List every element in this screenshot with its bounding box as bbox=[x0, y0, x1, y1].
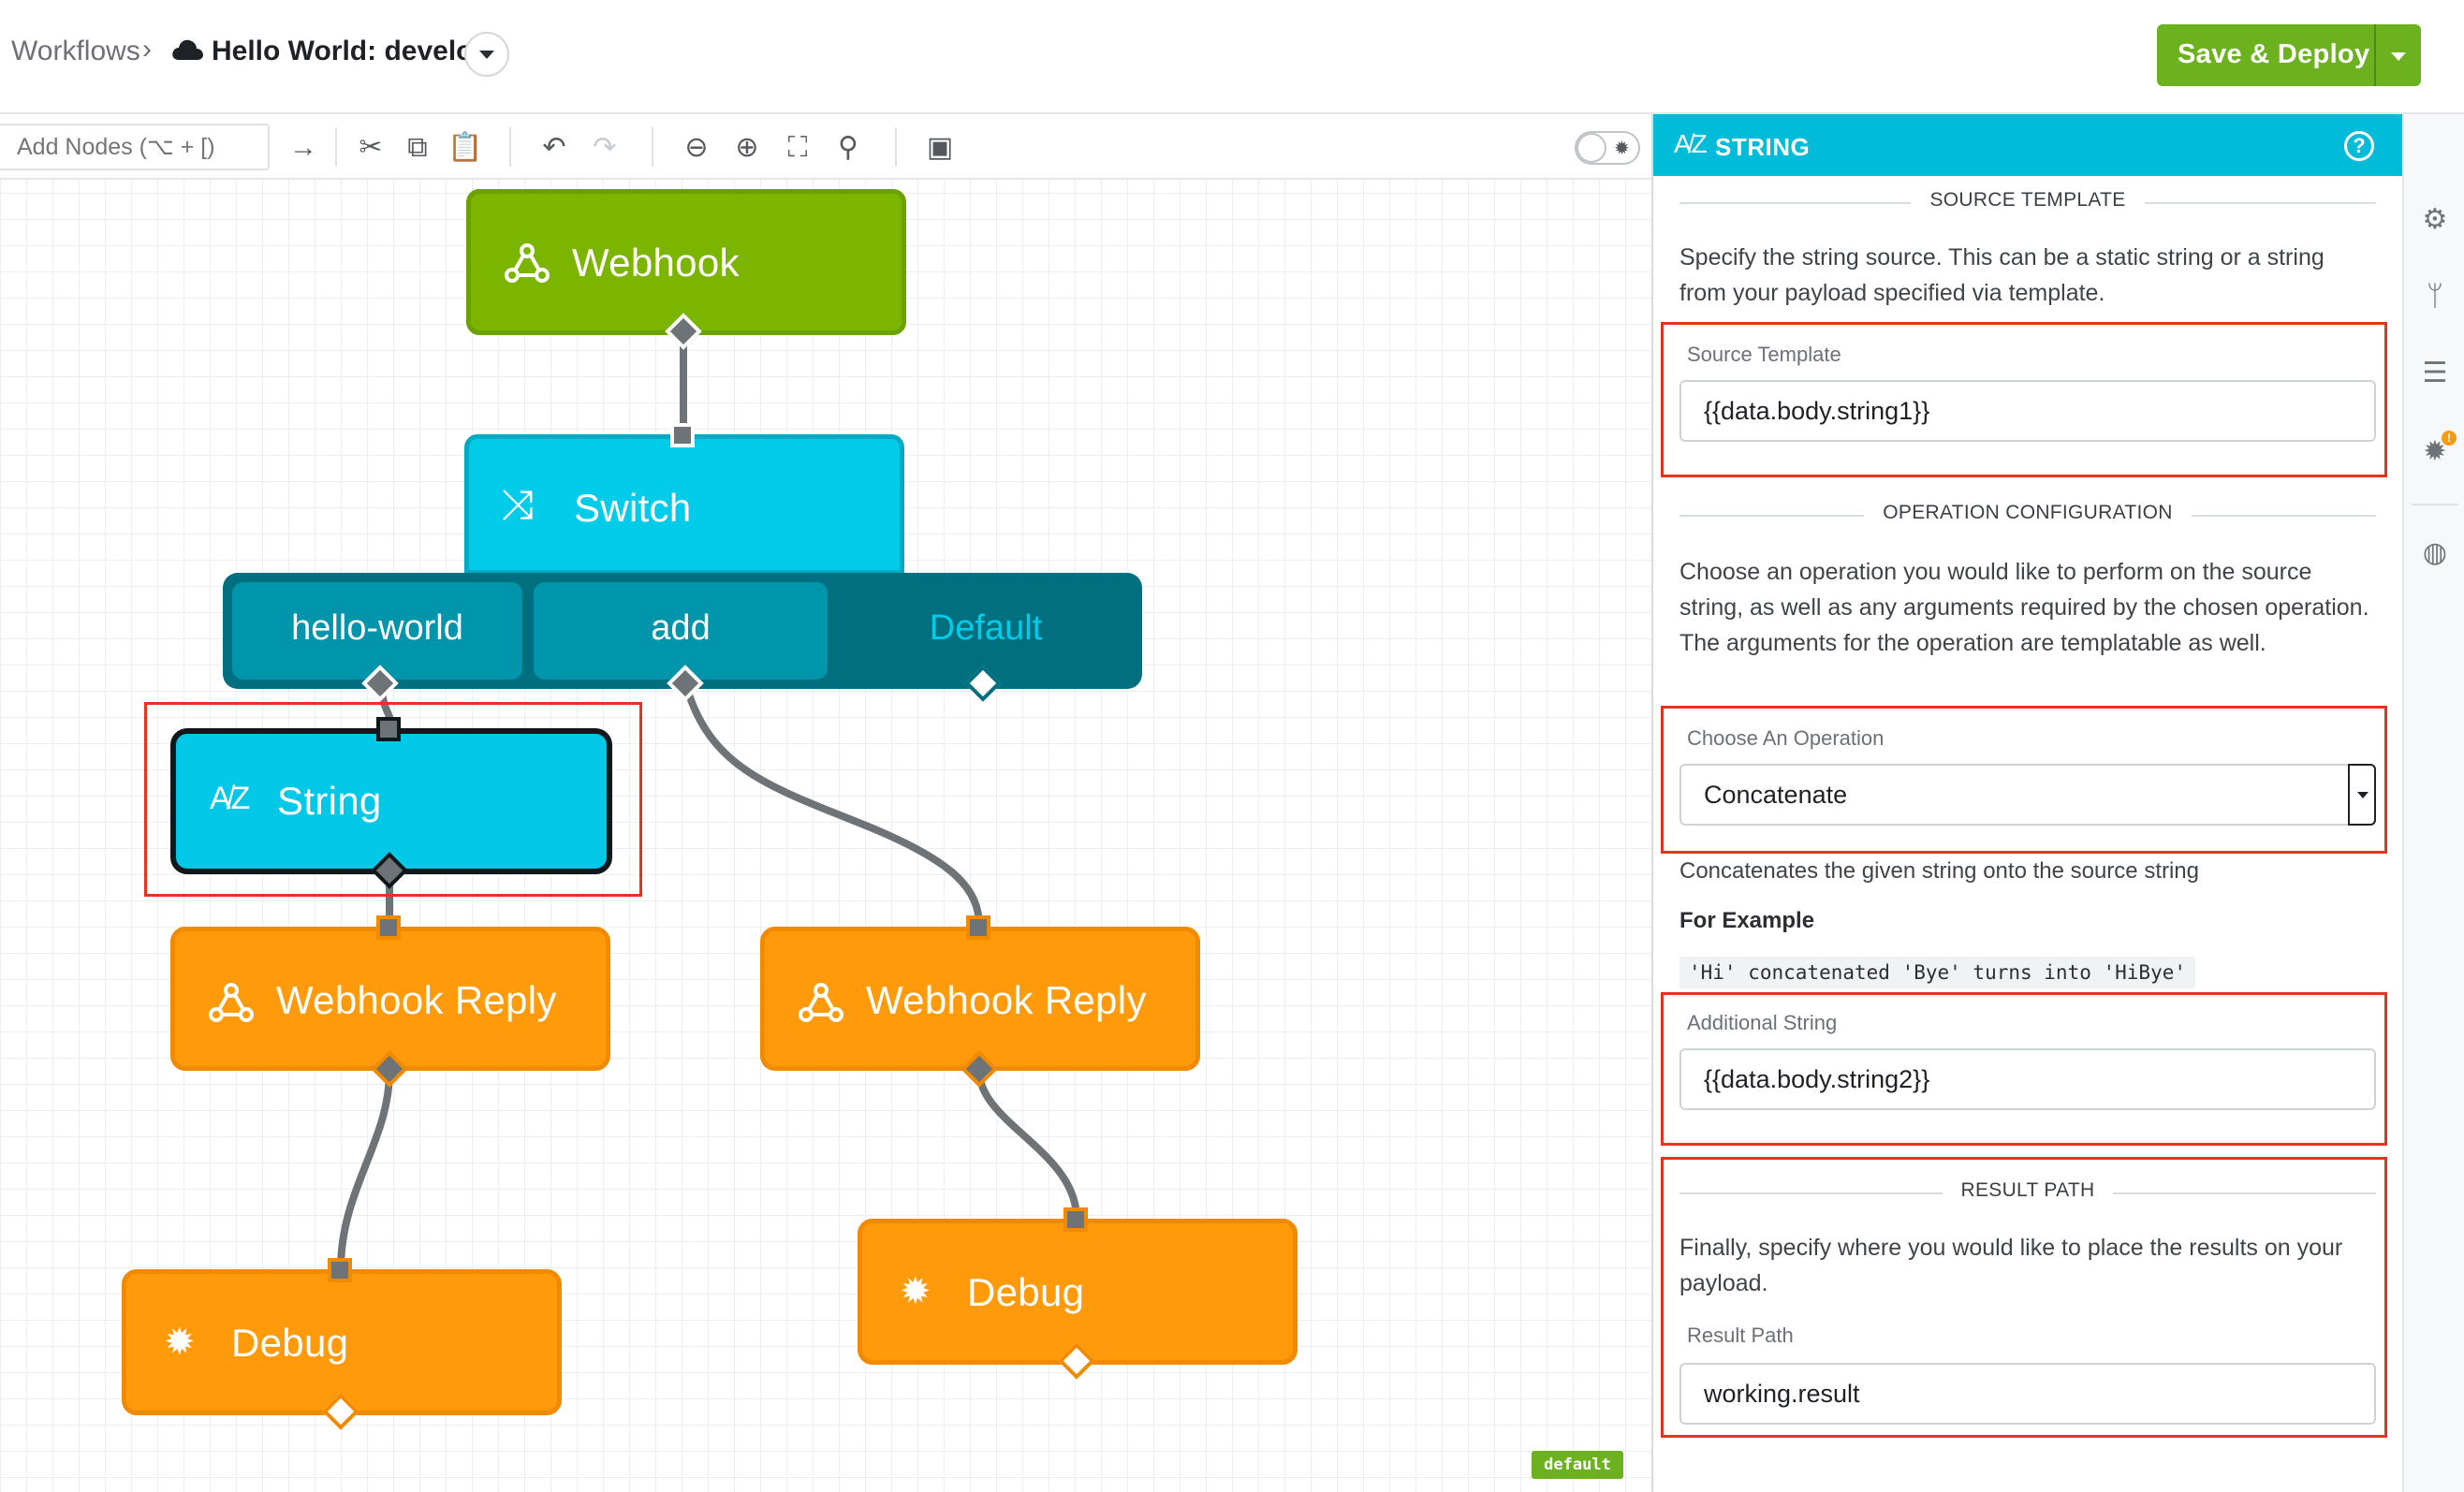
bug-icon: ✹ bbox=[1614, 139, 1630, 159]
toolbar-divider bbox=[895, 127, 897, 167]
reply-left-input-port[interactable] bbox=[376, 915, 401, 940]
toggle-knob bbox=[1578, 135, 1605, 161]
result-path-label: Result Path bbox=[1687, 1324, 1794, 1347]
alert-badge: ! bbox=[2442, 431, 2457, 446]
string-node-label: String bbox=[277, 779, 382, 823]
result-section-heading: RESULT PATH bbox=[1679, 1179, 2376, 1207]
debug-toggle[interactable]: ✹ bbox=[1575, 131, 1640, 165]
operation-select-value: Concatenate bbox=[1704, 781, 1848, 809]
right-rail: ⚙ ᛘ ☰ ✹ ! ◍ bbox=[2402, 114, 2464, 1492]
save-deploy-label: Save & Deploy bbox=[2178, 39, 2370, 69]
add-nodes-input[interactable] bbox=[0, 124, 270, 170]
version-tag: default bbox=[1532, 1451, 1623, 1479]
panel-title: STRING bbox=[1715, 133, 1811, 161]
bug-icon: ✹ bbox=[164, 1322, 196, 1363]
webhook-reply-node-right[interactable]: Webhook Reply bbox=[760, 927, 1200, 1071]
search-icon[interactable]: ⚲ bbox=[831, 131, 865, 165]
webhook-reply-left-label: Webhook Reply bbox=[276, 978, 557, 1022]
example-code: 'Hi' concatenated 'Bye' turns into 'HiBy… bbox=[1679, 957, 2196, 988]
source-template-label: Source Template bbox=[1687, 343, 1841, 366]
database-icon[interactable]: ☰ bbox=[2419, 358, 2451, 389]
zoom-out-icon[interactable]: ⊖ bbox=[680, 131, 713, 165]
string-node[interactable]: A̸Z String bbox=[170, 728, 612, 874]
switch-case-default[interactable]: Default bbox=[839, 582, 1133, 680]
webhook-icon bbox=[505, 243, 550, 283]
switch-case-hello-world-label: hello-world bbox=[291, 608, 463, 648]
toolbar-divider bbox=[509, 127, 511, 167]
webhook-node-label: Webhook bbox=[572, 241, 740, 285]
additional-string-label: Additional String bbox=[1687, 1011, 1838, 1034]
zoom-in-icon[interactable]: ⊕ bbox=[730, 131, 764, 165]
webhook-reply-node-left[interactable]: Webhook Reply bbox=[170, 927, 610, 1071]
webhook-icon bbox=[209, 983, 254, 1022]
arrow-right-icon[interactable]: → bbox=[286, 131, 320, 165]
string-input-port[interactable] bbox=[376, 717, 401, 741]
text-az-icon: A̸Z bbox=[210, 781, 251, 816]
debug-left-label: Debug bbox=[231, 1321, 349, 1365]
operation-label: Choose An Operation bbox=[1687, 726, 1885, 750]
scissors-icon[interactable]: ✂ bbox=[354, 131, 388, 165]
switch-node[interactable]: ⤨ Switch bbox=[464, 434, 904, 575]
redo-icon[interactable]: ↷ bbox=[588, 131, 622, 165]
canvas-toolbar: → ✂ ⧉ 📋 ↶ ↷ ⊖ ⊕ ⛶ ⚲ ▣ ✹ bbox=[0, 114, 1651, 180]
switch-case-hello-world[interactable]: hello-world bbox=[232, 582, 522, 680]
reply-right-input-port[interactable] bbox=[966, 915, 990, 940]
operation-section-heading: OPERATION CONFIGURATION bbox=[1679, 502, 2376, 530]
comment-icon[interactable]: ▣ bbox=[923, 131, 957, 165]
debug-left-input-port[interactable] bbox=[328, 1258, 352, 1282]
operation-description: Choose an operation you would like to pe… bbox=[1679, 559, 2369, 656]
node-settings-panel: A̸Z STRING ? SOURCE TEMPLATE Specify the… bbox=[1651, 114, 2402, 1492]
help-icon[interactable]: ? bbox=[2344, 131, 2374, 161]
copy-icon[interactable]: ⧉ bbox=[401, 131, 434, 165]
paste-icon[interactable]: 📋 bbox=[447, 131, 482, 165]
bug-icon: ✹ bbox=[900, 1271, 931, 1312]
webhook-node[interactable]: Webhook bbox=[466, 189, 906, 335]
source-description: Specify the string source. This can be a… bbox=[1679, 244, 2325, 306]
debug-right-label: Debug bbox=[967, 1270, 1085, 1314]
rail-divider bbox=[2412, 504, 2458, 505]
branch-icon[interactable]: ᛘ bbox=[2419, 281, 2451, 313]
switch-case-default-label: Default bbox=[929, 608, 1043, 648]
webhook-reply-right-label: Webhook Reply bbox=[866, 978, 1147, 1022]
globe-icon[interactable]: ◍ bbox=[2419, 537, 2451, 569]
save-deploy-button[interactable]: Save & Deploy bbox=[2157, 24, 2421, 86]
switch-node-label: Switch bbox=[574, 486, 692, 530]
operation-select[interactable]: Concatenate bbox=[1679, 764, 2376, 826]
source-template-input[interactable]: {{data.body.string1}} bbox=[1679, 380, 2376, 442]
webhook-icon bbox=[799, 983, 843, 1022]
toolbar-divider bbox=[652, 127, 653, 167]
gear-icon[interactable]: ⚙ bbox=[2419, 204, 2451, 236]
debug-right-input-port[interactable] bbox=[1063, 1207, 1088, 1232]
split-divider bbox=[2374, 24, 2376, 86]
chevron-down-icon[interactable] bbox=[2348, 764, 2376, 826]
operation-help: Concatenates the given string onto the s… bbox=[1679, 858, 2199, 884]
shuffle-icon: ⤨ bbox=[501, 482, 535, 528]
switch-input-port[interactable] bbox=[670, 423, 695, 447]
text-az-icon: A̸Z bbox=[1674, 129, 1708, 158]
additional-string-input[interactable]: {{data.body.string2}} bbox=[1679, 1048, 2376, 1110]
source-section-heading: SOURCE TEMPLATE bbox=[1679, 189, 2376, 217]
switch-case-add-label: add bbox=[651, 608, 711, 648]
toolbar-divider bbox=[335, 127, 337, 167]
result-description: Finally, specify where you would like to… bbox=[1679, 1235, 2343, 1296]
fit-screen-icon[interactable]: ⛶ bbox=[781, 131, 814, 165]
example-heading: For Example bbox=[1679, 908, 1815, 933]
switch-case-add[interactable]: add bbox=[534, 582, 828, 680]
panel-header: A̸Z STRING ? bbox=[1653, 114, 2402, 176]
deploy-options-chevron-icon[interactable] bbox=[2391, 52, 2406, 61]
result-path-input[interactable]: working.result bbox=[1679, 1363, 2376, 1425]
undo-icon[interactable]: ↶ bbox=[537, 131, 571, 165]
